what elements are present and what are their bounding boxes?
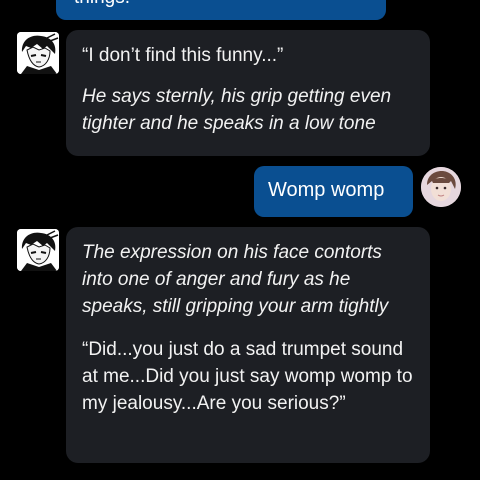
- character-message-bubble[interactable]: The expression on his face contorts into…: [66, 227, 430, 463]
- manga-character-avatar-icon[interactable]: [17, 32, 59, 74]
- message-text: things.: [74, 0, 130, 11]
- narration-text: The expression on his face contorts into…: [82, 242, 389, 317]
- user-message-bubble[interactable]: Womp womp: [254, 166, 413, 217]
- user-message-bubble[interactable]: things.: [56, 0, 386, 20]
- dialogue-text: “Did...you just do a sad trumpet sound a…: [82, 339, 413, 414]
- user-avatar-icon[interactable]: [421, 167, 461, 207]
- narration-text: He says sternly, his grip getting even t…: [82, 86, 392, 134]
- character-message-bubble[interactable]: “I don’t find this funny...” He says ste…: [66, 30, 430, 156]
- manga-character-avatar-icon[interactable]: [17, 229, 59, 271]
- chat-transcript: things. “I don’t find this funny...” He …: [0, 0, 480, 480]
- dialogue-text: “I don’t find this funny...”: [82, 45, 284, 66]
- message-text: Womp womp: [268, 179, 385, 201]
